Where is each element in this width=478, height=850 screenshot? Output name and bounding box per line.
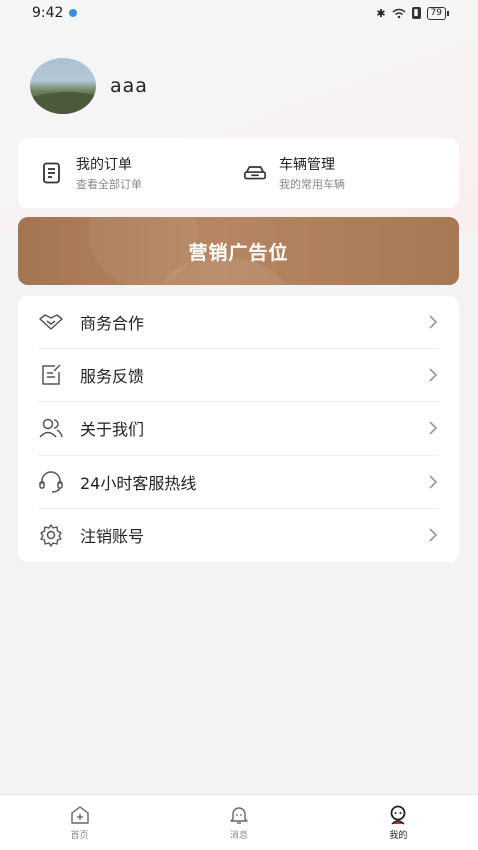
- notification-dot-icon: [69, 9, 78, 17]
- my-orders-title: 我的订单: [76, 157, 132, 173]
- bell-icon: [230, 806, 248, 824]
- users-icon: [38, 415, 64, 441]
- profile-header[interactable]: aaa: [30, 58, 148, 114]
- bottom-tab-bar: 首页 消息 我的: [0, 794, 478, 850]
- car-icon: [243, 161, 267, 185]
- chevron-right-icon: [429, 368, 438, 382]
- settings-menu: 商务合作 服务反馈 关于我们 24小时客服热线 注销账号: [18, 296, 459, 562]
- tab-label: 我的: [389, 830, 408, 841]
- marketing-banner[interactable]: 营销广告位: [18, 217, 459, 285]
- tab-home[interactable]: 首页: [0, 795, 159, 850]
- order-list-icon: [40, 161, 64, 185]
- chevron-right-icon: [429, 475, 438, 489]
- status-bar: 9:42 ✱ ▮ 79: [0, 0, 478, 26]
- sim-icon: ▮: [411, 7, 421, 19]
- battery-indicator: 79: [426, 6, 450, 20]
- menu-item-business-cooperation[interactable]: 商务合作: [38, 296, 439, 350]
- feedback-icon: [38, 362, 64, 388]
- avatar[interactable]: [30, 58, 96, 114]
- menu-item-label: 24小时客服热线: [80, 473, 197, 493]
- status-time: 9:42: [32, 5, 64, 21]
- tab-label: 消息: [229, 830, 248, 841]
- chevron-right-icon: [429, 315, 438, 329]
- chevron-right-icon: [429, 528, 438, 542]
- headset-icon: [38, 469, 64, 495]
- menu-item-label: 服务反馈: [80, 367, 145, 387]
- username: aaa: [110, 75, 148, 97]
- handshake-icon: [38, 309, 64, 335]
- vehicle-management-button[interactable]: 车辆管理 我的常用车辆: [223, 154, 428, 192]
- home-icon: [70, 805, 89, 824]
- quick-actions-card: 我的订单 查看全部订单 车辆管理 我的常用车辆: [18, 138, 459, 208]
- gear-icon: [38, 522, 64, 548]
- menu-item-service-feedback[interactable]: 服务反馈: [38, 349, 439, 403]
- tab-profile[interactable]: 我的: [319, 795, 478, 850]
- menu-item-label: 注销账号: [80, 527, 145, 547]
- vehicle-management-title: 车辆管理: [279, 157, 335, 173]
- menu-item-customer-hotline[interactable]: 24小时客服热线: [38, 456, 439, 509]
- tab-messages[interactable]: 消息: [159, 795, 318, 850]
- tab-label: 首页: [70, 830, 89, 841]
- menu-item-about-us[interactable]: 关于我们: [38, 402, 439, 456]
- vehicle-management-subtitle: 我的常用车辆: [279, 178, 345, 191]
- profile-icon: [390, 805, 406, 825]
- bluetooth-icon: ✱: [376, 6, 386, 20]
- menu-item-label: 关于我们: [80, 420, 145, 440]
- menu-item-delete-account[interactable]: 注销账号: [38, 509, 439, 562]
- menu-item-label: 商务合作: [80, 314, 145, 334]
- my-orders-button[interactable]: 我的订单 查看全部订单: [18, 154, 223, 192]
- banner-text: 营销广告位: [188, 241, 289, 264]
- chevron-right-icon: [429, 421, 438, 436]
- wifi-icon: [392, 8, 406, 18]
- my-orders-subtitle: 查看全部订单: [76, 178, 142, 191]
